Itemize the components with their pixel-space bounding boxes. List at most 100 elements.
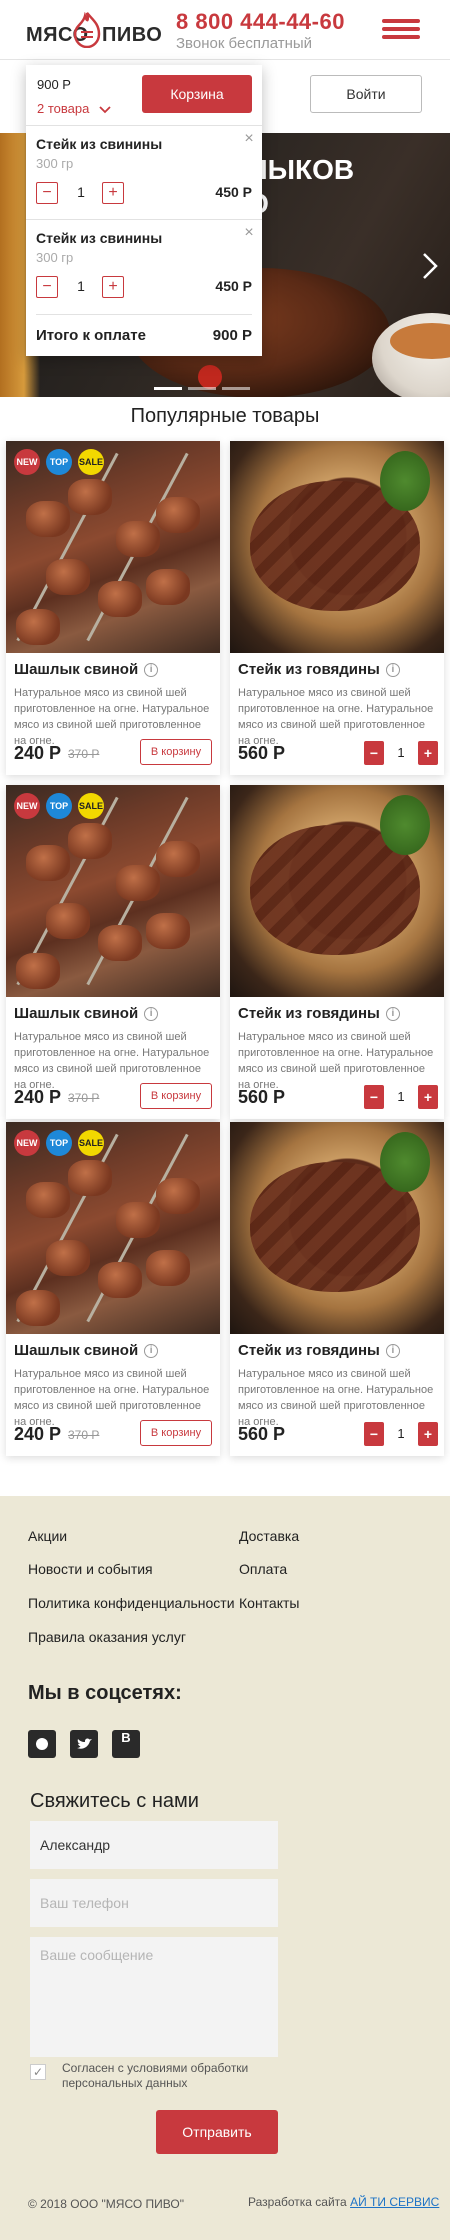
send-button[interactable]: Отправить bbox=[156, 2110, 278, 2154]
product-description: Натуральное мясо из свиной шей приготовл… bbox=[238, 1031, 434, 1091]
site-footer: Акции Новости и события Политика конфиде… bbox=[0, 1496, 450, 2240]
logo[interactable]: МЯСО ПИВО bbox=[26, 10, 162, 50]
quantity-minus-button[interactable]: − bbox=[36, 276, 58, 298]
name-field[interactable]: Александр bbox=[30, 1821, 278, 1869]
developer-link[interactable]: АЙ ТИ СЕРВИС bbox=[350, 2195, 439, 2209]
kebab-image[interactable]: NEW TOP SALE bbox=[6, 1122, 220, 1334]
quantity-plus-button[interactable]: + bbox=[418, 1085, 438, 1109]
product-name[interactable]: Шашлык свиной i bbox=[14, 1342, 159, 1359]
info-icon[interactable]: i bbox=[144, 1007, 159, 1022]
product-card-steak[interactable]: Стейк из говядины i Натуральное мясо из св… bbox=[230, 441, 444, 775]
message-field[interactable]: Ваше сообщение bbox=[30, 1937, 278, 2057]
info-icon[interactable]: i bbox=[144, 663, 159, 678]
quantity-minus-button[interactable]: − bbox=[364, 1085, 384, 1109]
product-card-steak[interactable]: Стейк из говядины i Натуральное мясо из св… bbox=[230, 1122, 444, 1456]
badge-group: NEW TOP SALE bbox=[14, 449, 110, 475]
chevron-down-icon bbox=[99, 105, 111, 113]
quantity-plus-button[interactable]: + bbox=[418, 741, 438, 765]
product-name-label: Шашлык свиной bbox=[14, 1342, 139, 1359]
quantity-minus-button[interactable]: − bbox=[364, 1422, 384, 1446]
product-quantity[interactable]: 1 bbox=[386, 1089, 416, 1104]
product-name-label: Шашлык свиной bbox=[14, 661, 139, 678]
product-card-steak[interactable]: Стейк из говядины i Натуральное мясо из св… bbox=[230, 785, 444, 1119]
divider bbox=[36, 314, 252, 315]
footer-link-promos[interactable]: Акции bbox=[28, 1528, 67, 1544]
phone-number[interactable]: 8 800 444-44-60 bbox=[176, 9, 345, 35]
login-button[interactable]: Войти bbox=[310, 75, 422, 113]
footer-link-payment[interactable]: Оплата bbox=[239, 1561, 287, 1577]
kebab-image[interactable]: NEW TOP SALE bbox=[6, 441, 220, 653]
consent-checkbox[interactable]: ✓ bbox=[30, 2064, 46, 2080]
info-icon[interactable]: i bbox=[385, 1007, 400, 1022]
social-title: Мы в соцсетях: bbox=[28, 1682, 182, 1704]
product-price: 560 Р bbox=[238, 743, 286, 763]
cart-item-price: 450 Р bbox=[215, 184, 252, 200]
cart-dropdown: 900 Р 2 товара Корзина Стейк из свинины … bbox=[26, 65, 262, 356]
badge-sale: SALE bbox=[78, 1130, 104, 1156]
product-price: 560 Р bbox=[238, 1424, 286, 1444]
cart-item-count[interactable]: 2 товара bbox=[37, 101, 111, 116]
add-to-cart-button[interactable]: В корзину bbox=[140, 1420, 212, 1446]
twitter-icon[interactable] bbox=[70, 1730, 98, 1758]
info-icon[interactable]: i bbox=[385, 1344, 400, 1359]
consent-label: Согласен с условиями обработки персональ… bbox=[62, 2061, 249, 2090]
info-icon[interactable]: i bbox=[385, 663, 400, 678]
info-icon[interactable]: i bbox=[144, 1344, 159, 1359]
quantity-plus-button[interactable]: + bbox=[102, 276, 124, 298]
product-price: 240 Р bbox=[14, 1424, 62, 1444]
kebab-image[interactable]: NEW TOP SALE bbox=[6, 785, 220, 997]
phone-field[interactable]: Ваш телефон bbox=[30, 1879, 278, 1927]
quantity-minus-button[interactable]: − bbox=[36, 182, 58, 204]
close-icon[interactable]: × bbox=[242, 225, 256, 241]
cart-item-name: Стейк из свинины bbox=[36, 136, 163, 152]
badge-top: TOP bbox=[46, 449, 72, 475]
close-icon[interactable]: × bbox=[242, 131, 256, 147]
instagram-icon[interactable] bbox=[28, 1730, 56, 1758]
phone-note: Звонок бесплатный bbox=[176, 35, 313, 52]
quantity-minus-button[interactable]: − bbox=[364, 741, 384, 765]
section-title: Популярные товары bbox=[130, 405, 320, 427]
cart-total-top: 900 Р bbox=[37, 77, 71, 92]
quantity-plus-button[interactable]: + bbox=[102, 182, 124, 204]
copyright: © 2018 ООО "МЯСО ПИВО" bbox=[28, 2197, 184, 2211]
product-price: 560 Р bbox=[238, 1087, 286, 1107]
slider-dot[interactable] bbox=[222, 387, 250, 390]
footer-link-privacy[interactable]: Политика конфиденциальности bbox=[28, 1595, 235, 1611]
menu-burger-icon[interactable] bbox=[382, 19, 420, 39]
product-quantity[interactable]: 1 bbox=[386, 1426, 416, 1441]
product-quantity[interactable]: 1 bbox=[386, 745, 416, 760]
product-price: 240 Р bbox=[14, 743, 62, 763]
slider-dot[interactable] bbox=[154, 387, 182, 390]
cart-item-quantity[interactable]: 1 bbox=[64, 278, 98, 294]
product-name[interactable]: Стейк из говядины i bbox=[238, 1005, 400, 1022]
footer-link-rules[interactable]: Правила оказания услуг bbox=[28, 1629, 186, 1645]
footer-link-delivery[interactable]: Доставка bbox=[239, 1528, 299, 1544]
badge-top: TOP bbox=[46, 1130, 72, 1156]
vk-icon[interactable]: B bbox=[112, 1730, 140, 1758]
cart-item: Стейк из свинины 300 гр × − 1 + 450 Р bbox=[26, 125, 262, 219]
product-card-kebab[interactable]: NEW TOP SALE Шашлык свиной i Натуральное мясо… bbox=[6, 785, 220, 1119]
quantity-plus-button[interactable]: + bbox=[418, 1422, 438, 1446]
steak-image[interactable] bbox=[230, 1122, 444, 1334]
contact-title: Свяжитесь с нами bbox=[30, 1790, 199, 1812]
add-to-cart-button[interactable]: В корзину bbox=[140, 739, 212, 765]
slider-dot[interactable] bbox=[188, 387, 216, 390]
chevron-right-icon[interactable] bbox=[418, 251, 442, 281]
badge-sale: SALE bbox=[78, 449, 104, 475]
product-name[interactable]: Шашлык свиной i bbox=[14, 661, 159, 678]
product-name[interactable]: Стейк из говядины i bbox=[238, 661, 400, 678]
steak-image[interactable] bbox=[230, 785, 444, 997]
footer-link-contacts[interactable]: Контакты bbox=[239, 1595, 299, 1611]
badge-top: TOP bbox=[46, 793, 72, 819]
steak-image[interactable] bbox=[230, 441, 444, 653]
product-name-label: Стейк из говядины bbox=[238, 1342, 380, 1359]
cart-item-weight: 300 гр bbox=[36, 156, 74, 171]
product-name[interactable]: Шашлык свиной i bbox=[14, 1005, 159, 1022]
footer-link-news[interactable]: Новости и события bbox=[28, 1561, 153, 1577]
product-card-kebab[interactable]: NEW TOP SALE Шашлык свиной i Натуральное мясо… bbox=[6, 1122, 220, 1456]
cart-item-quantity[interactable]: 1 bbox=[64, 184, 98, 200]
product-name[interactable]: Стейк из говядины i bbox=[238, 1342, 400, 1359]
add-to-cart-button[interactable]: В корзину bbox=[140, 1083, 212, 1109]
product-card-kebab[interactable]: NEW TOP SALE Шашлык свиной i Натуральное мясо… bbox=[6, 441, 220, 775]
cart-button[interactable]: Корзина bbox=[142, 75, 252, 113]
